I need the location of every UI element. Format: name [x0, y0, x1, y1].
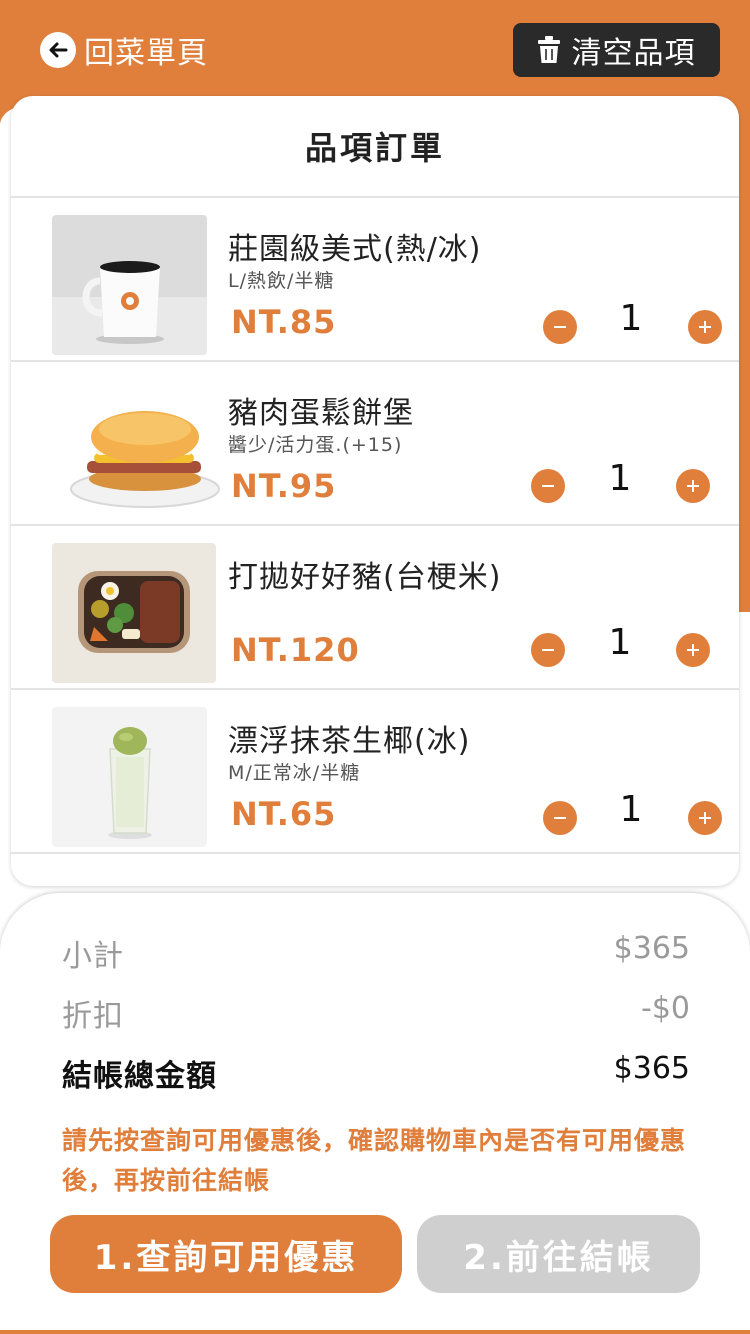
- item-options: L/熱飲/半糖: [228, 270, 335, 292]
- bottom-accent-line: [0, 1330, 750, 1334]
- quantity-value: 1: [619, 298, 643, 339]
- matcha-float-image: [52, 707, 207, 847]
- decrease-quantity-button[interactable]: [543, 310, 577, 344]
- order-item: 豬肉蛋鬆餅堡 醬少/活力蛋.(+15) NT.95 1: [11, 362, 739, 526]
- item-name: 豬肉蛋鬆餅堡: [228, 396, 414, 431]
- quantity-value: 1: [608, 458, 632, 499]
- increase-quantity-button[interactable]: [676, 469, 710, 503]
- back-to-menu-button[interactable]: 回菜單頁: [40, 28, 208, 72]
- discount-value: -$0: [641, 991, 690, 1026]
- pancake-burger-image: [62, 379, 227, 519]
- discount-label: 折扣: [62, 999, 124, 1034]
- total-row: 結帳總金額 $365: [62, 1051, 690, 1095]
- order-card: 品項訂單 莊園級美式(熱/冰) L/熱飲/半糖 NT.85 1 豬肉蛋鬆餅堡 醬…: [11, 96, 739, 886]
- order-item: 打拋好好豬(台梗米) NT.120 1: [11, 526, 739, 690]
- increase-quantity-button[interactable]: [676, 633, 710, 667]
- order-summary: 小計 $365 折扣 -$0 結帳總金額 $365 請先按查詢可用優惠後，確認購…: [0, 893, 750, 1334]
- arrow-left-icon: [40, 32, 76, 68]
- total-value: $365: [613, 1051, 690, 1086]
- item-name: 打拋好好豬(台梗米): [228, 560, 502, 595]
- check-coupons-button[interactable]: 1.查詢可用優惠: [50, 1215, 402, 1293]
- go-to-checkout-button[interactable]: 2.前往結帳: [417, 1215, 700, 1293]
- rice-bowl-image: [52, 543, 216, 683]
- subtotal-row: 小計 $365: [62, 931, 690, 975]
- decrease-quantity-button[interactable]: [543, 801, 577, 835]
- decrease-quantity-button[interactable]: [531, 469, 565, 503]
- item-price: NT.120: [231, 631, 360, 669]
- item-name: 漂浮抹茶生椰(冰): [228, 724, 471, 759]
- item-options: 醬少/活力蛋.(+15): [228, 434, 403, 456]
- item-price: NT.65: [231, 795, 337, 833]
- discount-row: 折扣 -$0: [62, 991, 690, 1035]
- coffee-cup-image: [52, 215, 207, 355]
- subtotal-value: $365: [613, 931, 690, 966]
- item-name: 莊園級美式(熱/冰): [228, 232, 482, 267]
- decrease-quantity-button[interactable]: [531, 633, 565, 667]
- clear-items-button[interactable]: 清空品項: [513, 23, 720, 77]
- quantity-value: 1: [608, 622, 632, 663]
- subtotal-label: 小計: [62, 939, 124, 974]
- order-title: 品項訂單: [11, 96, 739, 198]
- increase-quantity-button[interactable]: [688, 310, 722, 344]
- order-item: 莊園級美式(熱/冰) L/熱飲/半糖 NT.85 1: [11, 198, 739, 362]
- back-label: 回菜單頁: [84, 36, 208, 71]
- item-price: NT.95: [231, 467, 337, 505]
- trash-icon: [537, 36, 560, 64]
- clear-items-label: 清空品項: [571, 36, 696, 71]
- order-item: 漂浮抹茶生椰(冰) M/正常冰/半糖 NT.65 1: [11, 690, 739, 854]
- item-options: M/正常冰/半糖: [228, 762, 361, 784]
- quantity-value: 1: [619, 789, 643, 830]
- increase-quantity-button[interactable]: [688, 801, 722, 835]
- total-label: 結帳總金額: [62, 1059, 217, 1094]
- item-price: NT.85: [231, 303, 337, 341]
- coupon-notice: 請先按查詢可用優惠後，確認購物車內是否有可用優惠後，再按前往結帳: [62, 1126, 687, 1195]
